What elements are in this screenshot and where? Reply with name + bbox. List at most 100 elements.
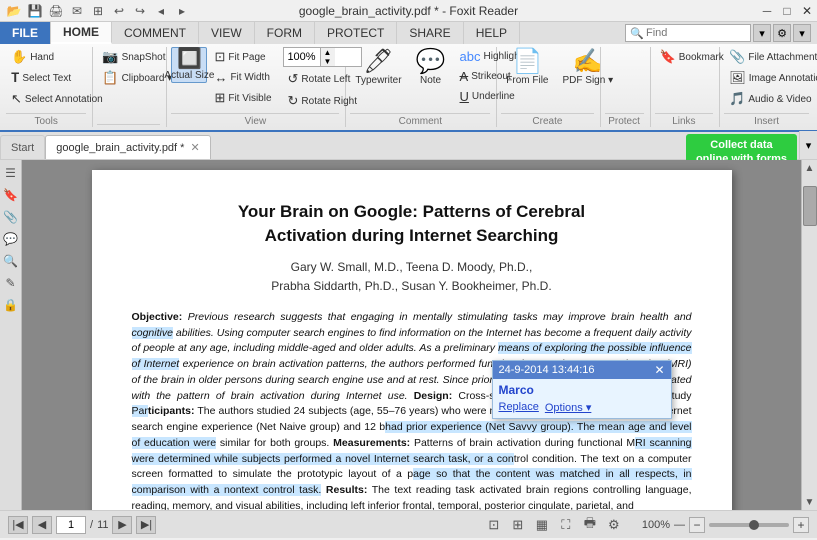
status-icon-4[interactable]: ⛶ — [556, 515, 576, 535]
scroll-up-btn[interactable]: ▲ — [802, 160, 817, 176]
sidebar-comment-icon[interactable]: 💬 — [2, 230, 20, 248]
from-file-btn[interactable]: 📄 From File — [501, 47, 553, 89]
print-btn[interactable]: 🖨 — [46, 1, 66, 21]
pdf-highlight-cognitive: cognitive — [132, 327, 173, 339]
email-btn[interactable]: ✉ — [67, 1, 87, 21]
ribbon-group-snapshot: 📷 SnapShot 📋 Clipboard ▾ — [93, 47, 167, 127]
links-group-label: Links — [655, 113, 714, 127]
comment-close-btn[interactable]: ✕ — [654, 363, 664, 377]
pdf-title: Your Brain on Google: Patterns of Cerebr… — [132, 200, 692, 248]
create-group-label: Create — [501, 113, 593, 127]
save-btn[interactable]: 💾 — [25, 1, 45, 21]
typewriter-btn[interactable]: 🖊 Typewriter — [350, 47, 406, 89]
undo-btn[interactable]: ↩ — [109, 1, 129, 21]
sidebar-edit-icon[interactable]: ✎ — [2, 274, 20, 292]
forward-btn[interactable]: ▸ — [172, 1, 192, 21]
status-icon-1[interactable]: ⊡ — [484, 515, 504, 535]
status-icons: ⊡ ⊞ ▦ ⛶ 🖶 ⚙ — [484, 515, 624, 535]
tab-share[interactable]: SHARE — [397, 22, 463, 44]
protect-group-label: Protect — [605, 113, 644, 127]
settings-btn[interactable]: ⚙ — [773, 24, 791, 42]
status-icon-5[interactable]: 🖶 — [580, 515, 600, 535]
tab-help[interactable]: HELP — [464, 22, 520, 44]
tab-form[interactable]: FORM — [255, 22, 315, 44]
last-page-btn[interactable]: ▶| — [136, 516, 156, 534]
open-btn[interactable]: 📂 — [4, 1, 24, 21]
zoom-separator: — — [674, 519, 685, 531]
prev-page-btn[interactable]: ◀ — [32, 516, 52, 534]
tab-home[interactable]: HOME — [51, 22, 112, 44]
underline-icon: U — [460, 89, 469, 104]
ribbon-group-tools: ✋ Hand 𝐓 Select Text ↖ Select Annotation… — [2, 47, 93, 127]
fit-width-btn[interactable]: ↔ Fit Width — [209, 68, 276, 87]
zoom-out-btn[interactable]: − — [689, 517, 705, 533]
minimize-ribbon-btn[interactable]: ▾ — [793, 24, 811, 42]
status-icon-3[interactable]: ▦ — [532, 515, 552, 535]
search-input[interactable] — [646, 25, 746, 41]
redo-btn[interactable]: ↪ — [130, 1, 150, 21]
clipboard-icon: 📋 — [102, 70, 118, 86]
sidebar-lock-icon[interactable]: 🔒 — [2, 296, 20, 314]
fit-visible-btn[interactable]: ⊞ Fit Visible — [209, 88, 276, 108]
bookmark-btn[interactable]: 🔖 Bookmark — [655, 47, 729, 67]
audio-video-btn[interactable]: 🎵 Audio & Video — [724, 89, 817, 109]
search-dropdown-btn[interactable]: ▾ — [753, 24, 771, 42]
bookmark-icon: 🔖 — [660, 49, 676, 65]
zoom-slider[interactable] — [709, 523, 789, 527]
sidebar-search-icon[interactable]: 🔍 — [2, 252, 20, 270]
next-page-btn[interactable]: ▶ — [112, 516, 132, 534]
audio-video-icon: 🎵 — [729, 91, 745, 107]
close-btn[interactable]: ✕ — [797, 1, 817, 21]
back-btn[interactable]: ◂ — [151, 1, 171, 21]
start-tab[interactable]: Start — [0, 135, 45, 159]
tab-view[interactable]: VIEW — [199, 22, 255, 44]
scroll-down-btn[interactable]: ▼ — [802, 494, 817, 510]
maximize-btn[interactable]: □ — [777, 1, 797, 21]
tab-bar: Start google_brain_activity.pdf * ✕ Coll… — [0, 132, 817, 160]
replace-btn[interactable]: Replace — [499, 401, 539, 414]
active-document-tab[interactable]: google_brain_activity.pdf * ✕ — [45, 135, 210, 159]
zoom-up-btn[interactable]: ▲ — [321, 48, 335, 57]
sidebar-navigation-icon[interactable]: ☰ — [2, 164, 20, 182]
toolbar-more[interactable]: ⊞ — [88, 1, 108, 21]
first-page-btn[interactable]: |◀ — [8, 516, 28, 534]
pdf-authors: Gary W. Small, M.D., Teena D. Moody, Ph.… — [132, 258, 692, 296]
sidebar-bookmark-icon[interactable]: 🔖 — [2, 186, 20, 204]
scroll-track[interactable] — [802, 176, 817, 494]
options-btn[interactable]: Options ▾ — [545, 401, 592, 414]
image-annotation-btn[interactable]: 🖼 Image Annotation — [724, 68, 817, 88]
sidebar-attachment-icon[interactable]: 📎 — [2, 208, 20, 226]
actual-size-btn[interactable]: 🔲 Actual Size — [171, 47, 207, 83]
view-group-label: View — [171, 113, 339, 127]
note-btn[interactable]: 💬 Note — [411, 47, 451, 89]
zoom-in-btn[interactable]: + — [793, 517, 809, 533]
ribbon-content: ✋ Hand 𝐓 Select Text ↖ Select Annotation… — [0, 44, 817, 132]
pdf-sign-icon: ✍ — [573, 50, 603, 74]
zoom-down-btn[interactable]: ▼ — [321, 57, 335, 66]
zoom-slider-thumb[interactable] — [749, 520, 759, 530]
minimize-btn[interactable]: ─ — [757, 1, 777, 21]
snapshot-btn[interactable]: 📷 SnapShot — [97, 47, 177, 67]
file-attachment-btn[interactable]: 📎 File Attachment — [724, 47, 817, 67]
page-total: 11 — [97, 519, 108, 531]
tab-protect[interactable]: PROTECT — [315, 22, 397, 44]
fit-width-icon: ↔ — [214, 70, 227, 85]
title-bar: 📂 💾 🖨 ✉ ⊞ ↩ ↪ ◂ ▸ google_brain_activity.… — [0, 0, 817, 22]
search-icon: 🔍 — [630, 27, 644, 40]
status-icon-6[interactable]: ⚙ — [604, 515, 624, 535]
strikeout-icon: A — [460, 69, 469, 84]
ribbon-group-protect: Protect — [601, 47, 651, 127]
comment-body: Marco Replace Options ▾ — [493, 379, 671, 418]
ribbon-group-create: 📄 From File ✍ PDF Sign ▾ Create — [497, 47, 600, 127]
tab-overflow-btn[interactable]: ▾ — [799, 131, 817, 159]
scroll-thumb[interactable] — [803, 186, 817, 226]
zoom-input[interactable] — [284, 51, 320, 63]
page-number-input[interactable] — [56, 516, 86, 534]
main-layout: ☰ 🔖 📎 💬 🔍 ✎ 🔒 Your Brain on Google: Patt… — [0, 160, 817, 510]
tab-comment[interactable]: COMMENT — [112, 22, 199, 44]
zoom-area: 100% — − + — [642, 517, 809, 533]
status-icon-2[interactable]: ⊞ — [508, 515, 528, 535]
tab-file[interactable]: FILE — [0, 22, 51, 44]
fit-page-btn[interactable]: ⊡ Fit Page — [209, 47, 276, 67]
close-tab-btn[interactable]: ✕ — [190, 141, 199, 154]
